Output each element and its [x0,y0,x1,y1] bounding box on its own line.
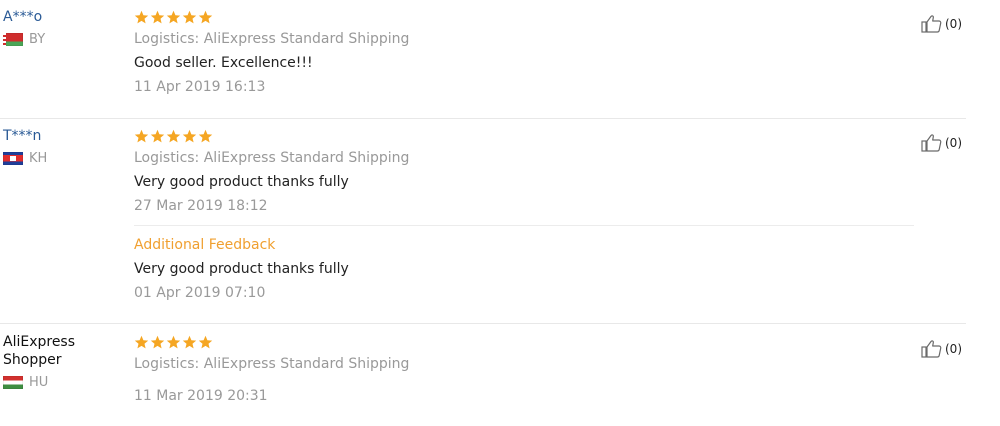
reviewer-info: T***n KH [3,127,128,166]
star-icon [166,335,181,348]
star-rating [134,127,914,145]
country-code: BY [29,32,46,47]
star-icon [182,129,197,142]
star-icon [182,335,197,348]
country-code: KH [29,151,48,166]
logistics-info: Logistics: AliExpress Standard Shipping [134,150,410,166]
review-item: A***o BY Logistics: AliExpress Standard … [0,8,966,119]
additional-feedback-date: 01 Apr 2019 07:10 [134,285,266,301]
thumbs-up-glyph [921,15,942,33]
helpful-button[interactable]: (0) [921,133,962,153]
star-icon [150,129,165,142]
review-content: Logistics: AliExpress Standard Shipping … [134,333,914,405]
star-icon [166,129,181,142]
additional-feedback: Additional Feedback Very good product th… [134,225,914,302]
thumbs-up-icon [921,14,945,34]
star-icon [166,10,181,23]
review-text: Good seller. Excellence!!! [134,55,313,71]
review-text: Very good product thanks fully [134,174,349,190]
thumbs-up-glyph [921,340,942,358]
star-icon [198,335,213,348]
review-content: Logistics: AliExpress Standard Shipping … [134,8,914,96]
thumbs-up-icon [921,339,945,359]
reviewer-info: A***o BY [3,8,128,47]
star-icon [134,10,149,23]
additional-feedback-title: Additional Feedback [134,237,276,253]
country-code: HU [29,375,49,390]
reviewer-name[interactable]: A***o [3,8,128,26]
star-icon [134,129,149,142]
star-icon [150,335,165,348]
star-icon [150,10,165,23]
review-date: 11 Apr 2019 16:13 [134,79,266,95]
helpful-count: (0) [945,342,962,356]
reviewer-name[interactable]: T***n [3,127,128,145]
review-date: 27 Mar 2019 18:12 [134,198,268,214]
reviewer-info: AliExpress Shopper HU [3,333,128,390]
star-rating [134,333,914,351]
thumbs-up-icon [921,133,945,153]
reviewer-country: HU [3,375,128,390]
star-icon [198,129,213,142]
thumbs-up-glyph [921,134,942,152]
flag-by-icon [3,33,23,46]
reviewer-name: AliExpress Shopper [3,334,76,368]
helpful-count: (0) [945,17,962,31]
helpful-button[interactable]: (0) [921,339,962,359]
review-date: 11 Mar 2019 20:31 [134,388,268,404]
reviewer-country: KH [3,151,128,166]
reviewer-country: BY [3,32,128,47]
flag-hu-icon [3,376,23,389]
logistics-info: Logistics: AliExpress Standard Shipping [134,31,410,47]
flag-kh-icon [3,152,23,165]
star-rating [134,8,914,26]
star-icon [198,10,213,23]
helpful-button[interactable]: (0) [921,14,962,34]
star-icon [134,335,149,348]
review-item: AliExpress Shopper HU Logistics: AliExpr… [0,333,966,423]
additional-feedback-text: Very good product thanks fully [134,261,349,277]
review-item: T***n KH Logistics: AliExpress Standard … [0,127,966,324]
star-icon [182,10,197,23]
review-content: Logistics: AliExpress Standard Shipping … [134,127,914,302]
helpful-count: (0) [945,136,962,150]
logistics-info: Logistics: AliExpress Standard Shipping [134,356,410,372]
